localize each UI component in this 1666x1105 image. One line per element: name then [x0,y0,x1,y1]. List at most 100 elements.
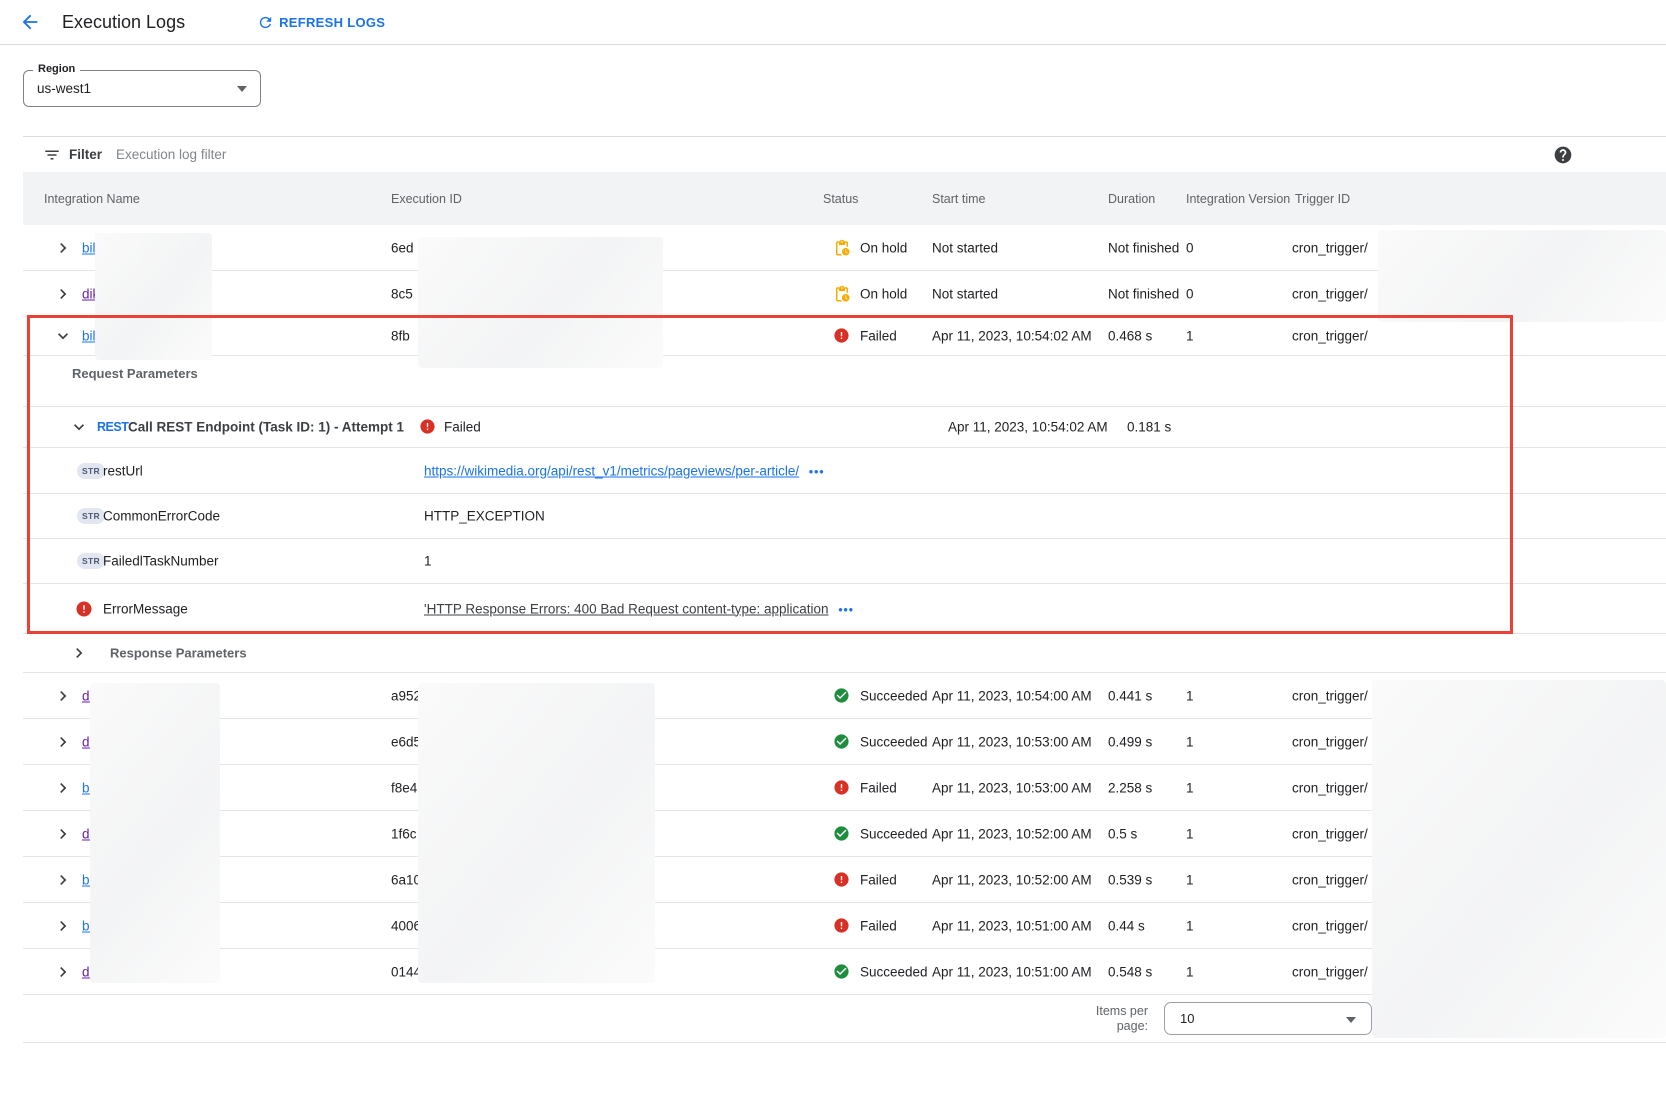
start-time: Apr 11, 2023, 10:54:00 AM [932,688,1092,703]
expand-row-button[interactable] [51,282,75,306]
redaction-blur-trigger-ids-bottom [1372,680,1666,1038]
refresh-logs-label: REFRESH LOGS [279,15,385,30]
expand-row-button[interactable] [51,822,75,846]
succeeded-icon [833,963,850,980]
parameter-value-cell: HTTP_EXCEPTION ••• [424,509,545,524]
integration-version: 1 [1186,329,1194,344]
request-parameters-section: Request Parameters [23,356,1666,407]
duration: 0.468 s [1108,329,1152,344]
region-value: us-west1 [24,71,260,106]
dropdown-caret-icon [237,86,247,92]
status-text: Succeeded [860,734,928,749]
help-button[interactable] [1553,145,1573,165]
more-icon[interactable]: ••• [809,464,825,478]
trigger-id: cron_trigger/ [1292,286,1368,301]
parameter-row: STR FailedlTaskNumber 1 ••• [23,539,1666,584]
trigger-id: cron_trigger/ [1292,329,1368,344]
parameter-row: ErrorMessage 'HTTP Response Errors: 400 … [23,584,1666,634]
status-text: Failed [860,918,897,933]
trigger-id: cron_trigger/ [1292,872,1368,887]
more-icon[interactable]: ••• [838,602,854,616]
dropdown-caret-icon [1346,1017,1356,1023]
task-title: Call REST Endpoint (Task ID: 1) - Attemp… [128,420,404,435]
help-icon [1553,145,1573,165]
on-hold-icon [833,285,851,303]
trigger-id: cron_trigger/ [1292,964,1368,979]
col-header-start-time: Start time [932,192,986,206]
status-text: Failed [860,872,897,887]
status-text: Failed [860,329,897,344]
duration: Not finished [1108,286,1179,301]
page-size-select[interactable]: 10 [1164,1002,1372,1035]
chevron-down-icon [69,417,89,437]
redaction-blur-execution-ids-top [418,237,663,368]
parameter-value[interactable]: https://wikimedia.org/api/rest_v1/metric… [424,463,799,478]
execution-id-text: 1f6c [391,826,417,841]
expand-response-parameters-button[interactable] [67,641,91,665]
trigger-id: cron_trigger/ [1292,240,1368,255]
table-row-expanded: bil 8fb Failed Apr 11, 2023, 10:54:02 AM… [23,317,1666,356]
parameter-value[interactable]: 'HTTP Response Errors: 400 Bad Request c… [424,601,829,616]
status-text: Succeeded [860,826,928,841]
redaction-blur-names-bottom [90,683,220,983]
on-hold-icon [833,239,851,257]
parameter-value: 1 [424,554,432,569]
start-time: Apr 11, 2023, 10:52:00 AM [932,872,1092,887]
filter-label: Filter [69,147,102,162]
request-parameters-label: Request Parameters [72,366,198,381]
items-per-page-label: Items per page: [1068,1004,1148,1034]
duration: 0.539 s [1108,872,1152,887]
start-time: Apr 11, 2023, 10:54:02 AM [932,329,1092,344]
integration-name-link[interactable]: bil [82,329,96,344]
execution-id-text: 8c5 [391,286,413,301]
table-header: Integration Name Execution ID Status Sta… [23,172,1666,225]
start-time: Apr 11, 2023, 10:52:00 AM [932,826,1092,841]
failed-icon [833,871,850,888]
region-label: Region [33,63,80,75]
expand-row-button[interactable] [51,868,75,892]
integration-version: 1 [1186,964,1194,979]
duration: 0.441 s [1108,688,1152,703]
string-type-badge: STR [77,463,105,479]
chevron-right-icon [53,962,73,982]
col-header-trigger-id: Trigger ID [1295,192,1350,206]
parameter-value: HTTP_EXCEPTION [424,509,545,524]
chevron-right-icon [53,916,73,936]
region-select[interactable]: Region us-west1 [23,70,261,107]
duration: Not finished [1108,240,1179,255]
expand-row-button[interactable] [51,684,75,708]
back-button[interactable] [18,10,42,34]
chevron-right-icon [53,238,73,258]
status-text: Succeeded [860,688,928,703]
page-size-value: 10 [1165,1003,1371,1034]
expand-row-button[interactable] [51,730,75,754]
task-start-time: Apr 11, 2023, 10:54:02 AM [948,420,1108,435]
expand-row-button[interactable] [51,236,75,260]
integration-name-link[interactable]: bil [82,240,96,255]
integration-version: 0 [1186,240,1194,255]
error-icon [419,418,436,435]
collapse-row-button[interactable] [51,324,75,348]
col-header-execution-id: Execution ID [391,192,462,206]
expand-row-button[interactable] [51,960,75,984]
parameter-value-cell: https://wikimedia.org/api/rest_v1/metric… [424,463,825,478]
refresh-icon [257,14,274,31]
string-type-badge: STR [77,508,105,524]
refresh-logs-button[interactable]: REFRESH LOGS [257,14,385,31]
collapse-task-button[interactable] [67,415,91,439]
integration-version: 1 [1186,918,1194,933]
trigger-id: cron_trigger/ [1292,780,1368,795]
failed-icon [833,327,850,344]
status-icon-cell [833,733,851,751]
trigger-id: cron_trigger/ [1292,826,1368,841]
filter-input[interactable] [116,147,536,162]
status-text: On hold [860,286,907,301]
execution-id-text: 4006 [391,918,421,933]
expand-row-button[interactable] [51,914,75,938]
filter-bar: Filter [23,136,1666,172]
trigger-id: cron_trigger/ [1292,918,1368,933]
duration: 0.548 s [1108,964,1152,979]
expand-row-button[interactable] [51,776,75,800]
task-failed-icon [419,418,437,436]
status-icon-cell [833,963,851,981]
